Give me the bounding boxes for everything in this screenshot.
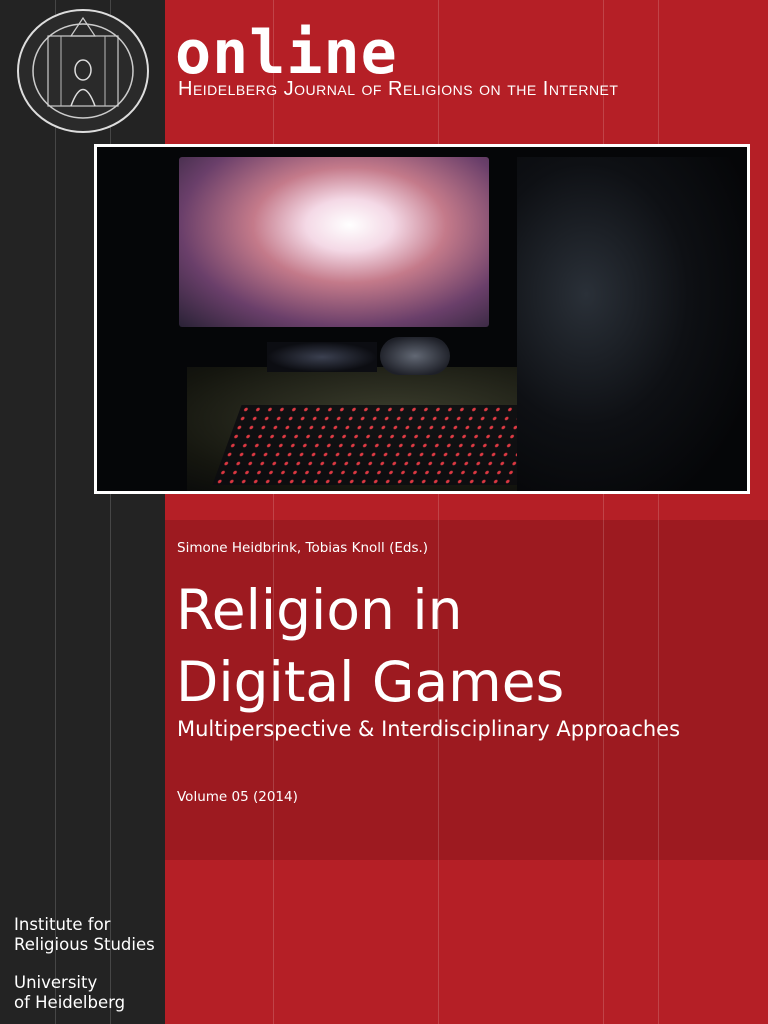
game-controller	[380, 337, 450, 375]
player-silhouette	[517, 157, 747, 491]
book-subtitle: Multiperspective & Interdisciplinary App…	[177, 717, 681, 741]
editors: Simone Heidbrink, Tobias Knoll (Eds.)	[177, 540, 429, 556]
institute: Institute for Religious Studies	[14, 915, 155, 955]
university-line: of Heidelberg	[14, 993, 126, 1012]
university: University of Heidelberg	[14, 973, 125, 1013]
monitor	[179, 157, 489, 327]
volume-info: Volume 05 (2014)	[177, 789, 298, 805]
guide-line	[55, 0, 56, 1024]
university-line: University	[14, 973, 98, 992]
title-line: Religion in	[176, 578, 463, 642]
institute-line: Institute for	[14, 915, 111, 934]
cover-photo	[94, 144, 750, 494]
title-line: Digital Games	[176, 650, 565, 714]
institute-line: Religious Studies	[14, 935, 155, 954]
monitor-stand	[267, 342, 377, 372]
book-title: Religion in Digital Games	[176, 574, 564, 718]
journal-name: Heidelberg Journal of Religions on the I…	[178, 78, 619, 100]
university-seal-icon	[17, 9, 149, 133]
